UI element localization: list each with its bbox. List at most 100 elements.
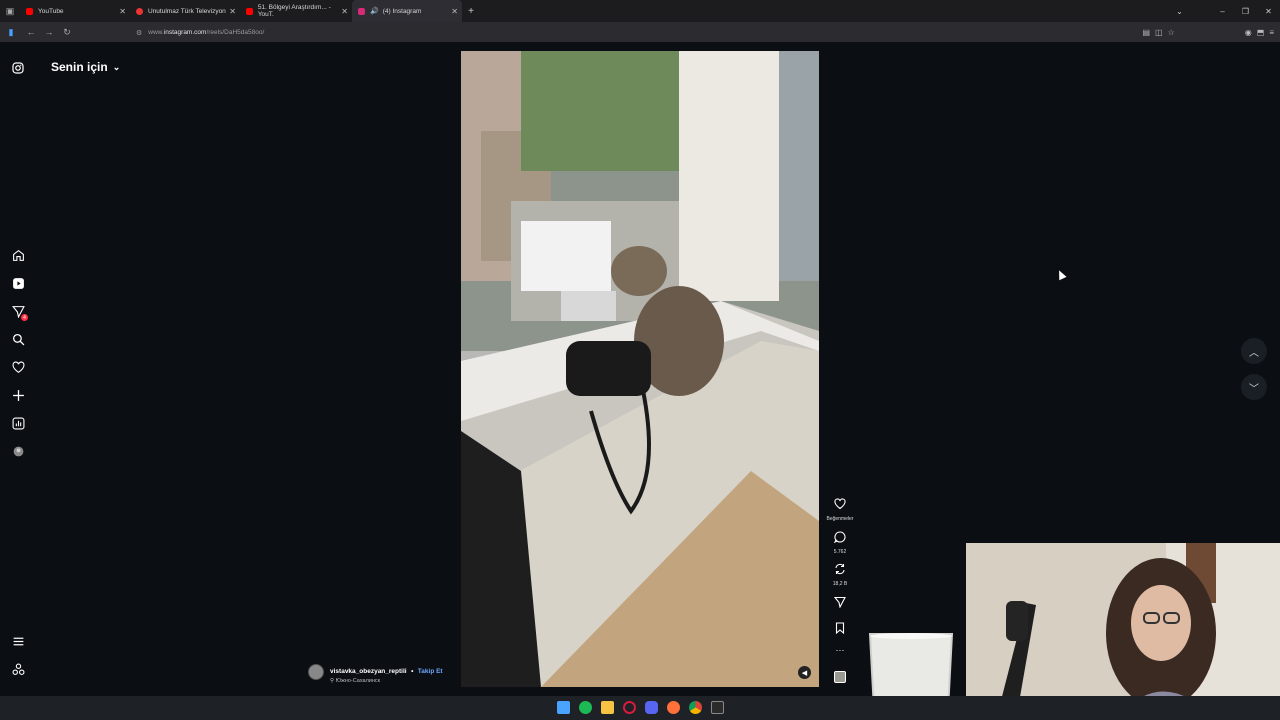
save-action[interactable]: [822, 621, 858, 639]
instagram-icon[interactable]: [10, 60, 26, 76]
reposts-count: 18,2 B: [832, 581, 848, 587]
close-icon[interactable]: ✕: [119, 7, 126, 16]
back-icon[interactable]: ←: [22, 27, 40, 37]
messages-icon[interactable]: 4: [10, 303, 28, 321]
close-icon[interactable]: ✕: [451, 7, 458, 16]
comment-action[interactable]: 5.762: [822, 530, 858, 555]
youtube-icon: [246, 7, 253, 15]
window-controls: ⌄ – ❐ ✕: [1168, 0, 1280, 22]
profile-avatar-icon[interactable]: [10, 443, 26, 459]
tab-label: Unutulmaz Türk Televizyon: [148, 7, 226, 15]
feed-selector[interactable]: Senin için ⌄: [51, 60, 120, 74]
file-explorer-icon[interactable]: [601, 701, 614, 714]
restore-icon[interactable]: ❐: [1234, 7, 1257, 16]
discord-icon[interactable]: [645, 701, 658, 714]
address-bar: ▮ ← → ↻ ⚙ www. instagram.com/reels/DaH5da…: [0, 22, 1280, 42]
menu-icon[interactable]: [10, 633, 26, 649]
author-location[interactable]: Южно-Сахалинск: [336, 678, 380, 684]
more-apps-icon[interactable]: [10, 661, 26, 677]
notification-badge: 4: [21, 314, 28, 321]
webcam-overlay: [966, 543, 1280, 720]
audio-thumbnail[interactable]: [822, 670, 858, 688]
split-view-icon[interactable]: ◫: [1155, 28, 1163, 37]
chevron-down-icon: ﹀: [1249, 383, 1259, 395]
windows-start-icon[interactable]: [557, 701, 570, 714]
audio-icon[interactable]: ◀: [798, 666, 811, 679]
reload-icon[interactable]: ↻: [58, 27, 76, 38]
forward-icon[interactable]: →: [40, 27, 58, 37]
mouse-cursor-icon: [1055, 268, 1067, 281]
close-icon[interactable]: ✕: [229, 7, 236, 16]
address-bar-actions: ▤ ◫ ☆ ◉ ⬒ ≡: [1142, 22, 1274, 42]
more-options-icon[interactable]: ···: [822, 645, 858, 655]
location-pin-icon: ⚲: [330, 678, 335, 684]
share-icon: [833, 596, 846, 609]
close-window-icon[interactable]: ✕: [1257, 7, 1280, 16]
comment-icon: [833, 531, 846, 544]
tv-icon: [136, 7, 143, 15]
next-reel-button[interactable]: ﹀: [1241, 374, 1267, 400]
tab-youtube[interactable]: YouTube ✕: [20, 0, 130, 22]
page-title: Senin için: [51, 60, 108, 74]
tab-51-bolge[interactable]: 51. Bölgeyi Araştırdım... - YouT. ✕: [240, 0, 352, 22]
chevron-up-icon: ︿: [1249, 347, 1259, 359]
reel-author: vistavka_obezyan_reptili • Takip Et ⚲ Юж…: [308, 660, 443, 684]
chevron-down-icon: ⌄: [112, 61, 121, 72]
reels-icon[interactable]: [10, 275, 26, 291]
firefox-icon[interactable]: [667, 701, 680, 714]
like-action[interactable]: Beğenmeler: [822, 497, 858, 522]
author-username[interactable]: vistavka_obezyan_reptili: [330, 668, 407, 675]
terminal-icon[interactable]: [711, 701, 724, 714]
account-icon[interactable]: ◉: [1245, 28, 1252, 37]
url-path: /reels/DaH5da58oo/: [206, 29, 265, 36]
windows-taskbar: [0, 696, 1280, 720]
opera-gx-icon[interactable]: [623, 701, 636, 714]
bookmark-star-icon[interactable]: ☆: [1168, 28, 1175, 37]
sidebar-toggle-icon[interactable]: ▣: [0, 6, 20, 17]
bookmark-icon: [835, 622, 845, 635]
comments-count: 5.762: [833, 549, 847, 555]
url-host: instagram.com: [163, 29, 207, 36]
video-frame-image: [461, 51, 819, 687]
instagram-favicon-icon: [358, 7, 365, 15]
tab-label: 51. Bölgeyi Araştırdım... - YouT.: [257, 4, 331, 18]
speaker-icon: 🔊: [370, 8, 379, 15]
spotify-icon[interactable]: [579, 701, 592, 714]
tab-label: (4) Instagram: [382, 7, 422, 15]
search-icon[interactable]: [10, 331, 26, 347]
repost-icon: [835, 563, 845, 575]
author-avatar[interactable]: [308, 664, 324, 680]
follow-button[interactable]: Takip Et: [418, 668, 443, 675]
previous-reel-button[interactable]: ︿: [1241, 338, 1267, 364]
sidebar-icon[interactable]: ▮: [0, 27, 22, 38]
browser-menu-icon[interactable]: ≡: [1269, 28, 1274, 37]
extensions-icon[interactable]: ⬒: [1257, 28, 1265, 37]
url-field[interactable]: ⚙ www. instagram.com/reels/DaH5da58oo/: [136, 26, 264, 39]
close-icon[interactable]: ✕: [341, 7, 348, 16]
reel-video[interactable]: ◀: [461, 51, 819, 687]
notifications-icon[interactable]: [10, 359, 26, 375]
reader-icon[interactable]: ▤: [1142, 28, 1150, 37]
likes-label: Beğenmeler: [826, 516, 854, 522]
url-prefix: www.: [148, 29, 164, 36]
share-action[interactable]: [822, 595, 858, 613]
home-icon[interactable]: [10, 247, 26, 263]
webcam-image: [966, 543, 1280, 720]
minimize-icon[interactable]: –: [1211, 7, 1234, 16]
tab-unutulmaz[interactable]: Unutulmaz Türk Televizyon ✕: [130, 0, 240, 22]
left-navigation: 4: [0, 42, 36, 696]
create-icon[interactable]: [10, 387, 26, 403]
chrome-icon[interactable]: [689, 701, 702, 714]
browser-tab-bar: ▣ YouTube ✕ Unutulmaz Türk Televizyon ✕ …: [0, 0, 1280, 22]
repost-action[interactable]: 18,2 B: [822, 562, 858, 587]
tab-instagram[interactable]: 🔊 (4) Instagram ✕: [352, 0, 462, 22]
youtube-icon: [26, 7, 33, 15]
separator-dot: •: [411, 668, 414, 675]
tab-label: YouTube: [38, 7, 64, 15]
site-info-icon[interactable]: ⚙: [136, 29, 142, 37]
dashboard-icon[interactable]: [10, 415, 26, 431]
new-tab-icon[interactable]: +: [462, 6, 480, 17]
audio-track-icon: [834, 671, 846, 683]
heart-icon: [834, 498, 846, 510]
tab-list-icon[interactable]: ⌄: [1168, 7, 1191, 16]
